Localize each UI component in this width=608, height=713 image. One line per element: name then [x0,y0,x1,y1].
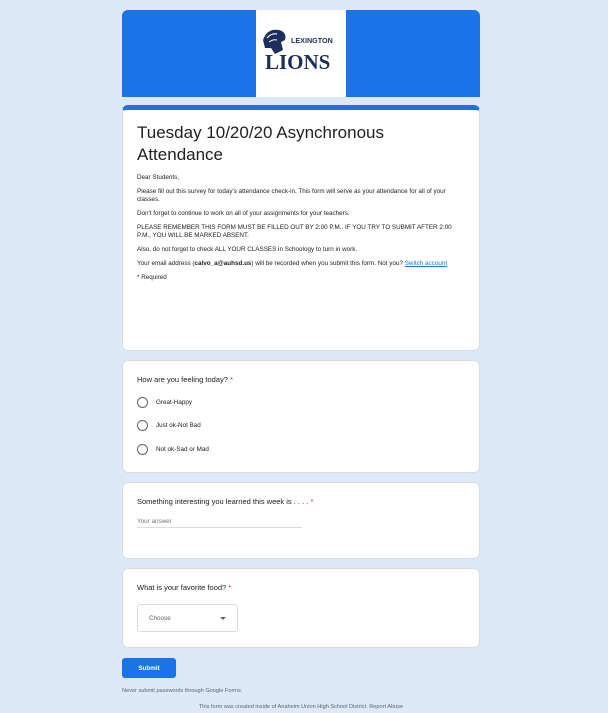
lions-logo-icon: LEXINGTON LIONS [263,29,333,74]
question-title: How are you feeling today? * [137,375,233,384]
option-label: Not ok-Sad or Mad [156,445,209,453]
greeting-text: Dear Students, [137,174,180,181]
description-paragraph-1: Please fill out this survey for today's … [137,188,446,203]
radio-option-great-happy[interactable]: Great-Happy [137,396,465,408]
question-title: Something interesting you learned this w… [137,497,314,506]
option-label: Just ok-Not Bad [156,422,201,429]
question-card-food: What is your favorite food? * Choose [122,568,480,648]
submit-button[interactable]: Submit [122,658,176,678]
caret-down-icon [220,616,226,620]
email-address: calvo_a@auhsd.us [194,260,252,267]
report-abuse-link[interactable]: Report Abuse [369,704,403,710]
required-note: * Required [137,274,167,281]
food-dropdown[interactable]: Choose [137,604,238,632]
form-header-card: Tuesday 10/20/20 Asynchronous Attendance… [122,105,480,351]
option-label: Great-Happy [156,398,193,406]
footer-created-text: This form was created inside of Anaheim … [198,704,368,710]
radio-option-just-ok[interactable]: Just ok-Not Bad [137,420,465,432]
footer: This form was created inside of Anaheim … [122,704,480,710]
description-paragraph-3: PLEASE REMEMBER THIS FORM MUST BE FILLED… [137,224,452,239]
radio-button[interactable] [137,396,148,408]
radio-option-not-ok[interactable]: Not ok-Sad or Mad [137,443,465,455]
form-description: Dear Students, Please fill out this surv… [137,174,465,282]
logo-top-text: LEXINGTON [291,36,333,45]
radio-button[interactable] [137,443,148,455]
description-paragraph-4: Also, do not forget to check ALL YOUR CL… [137,246,358,253]
description-paragraph-2: Don't forget to continue to work on all … [137,210,350,217]
logo-bottom-text: LIONS [265,50,330,74]
form-title: Tuesday 10/20/20 Asynchronous Attendance [137,123,384,164]
password-warning: Never submit passwords through Google Fo… [122,688,243,694]
email-notice: Your email address (calvo_a@auhsd.us) wi… [137,260,448,267]
radio-button[interactable] [137,420,148,431]
question-title: What is your favorite food? * [137,583,232,592]
school-logo: LEXINGTON LIONS [256,10,346,97]
question-card-learned: Something interesting you learned this w… [122,482,480,559]
header-banner: LEXINGTON LIONS [122,10,480,97]
dropdown-label: Choose [149,614,171,622]
question-card-feeling: How are you feeling today? * Great-Happy… [122,360,480,473]
answer-input[interactable]: Your answer [137,518,302,528]
switch-account-link[interactable]: Switch account [405,260,447,267]
